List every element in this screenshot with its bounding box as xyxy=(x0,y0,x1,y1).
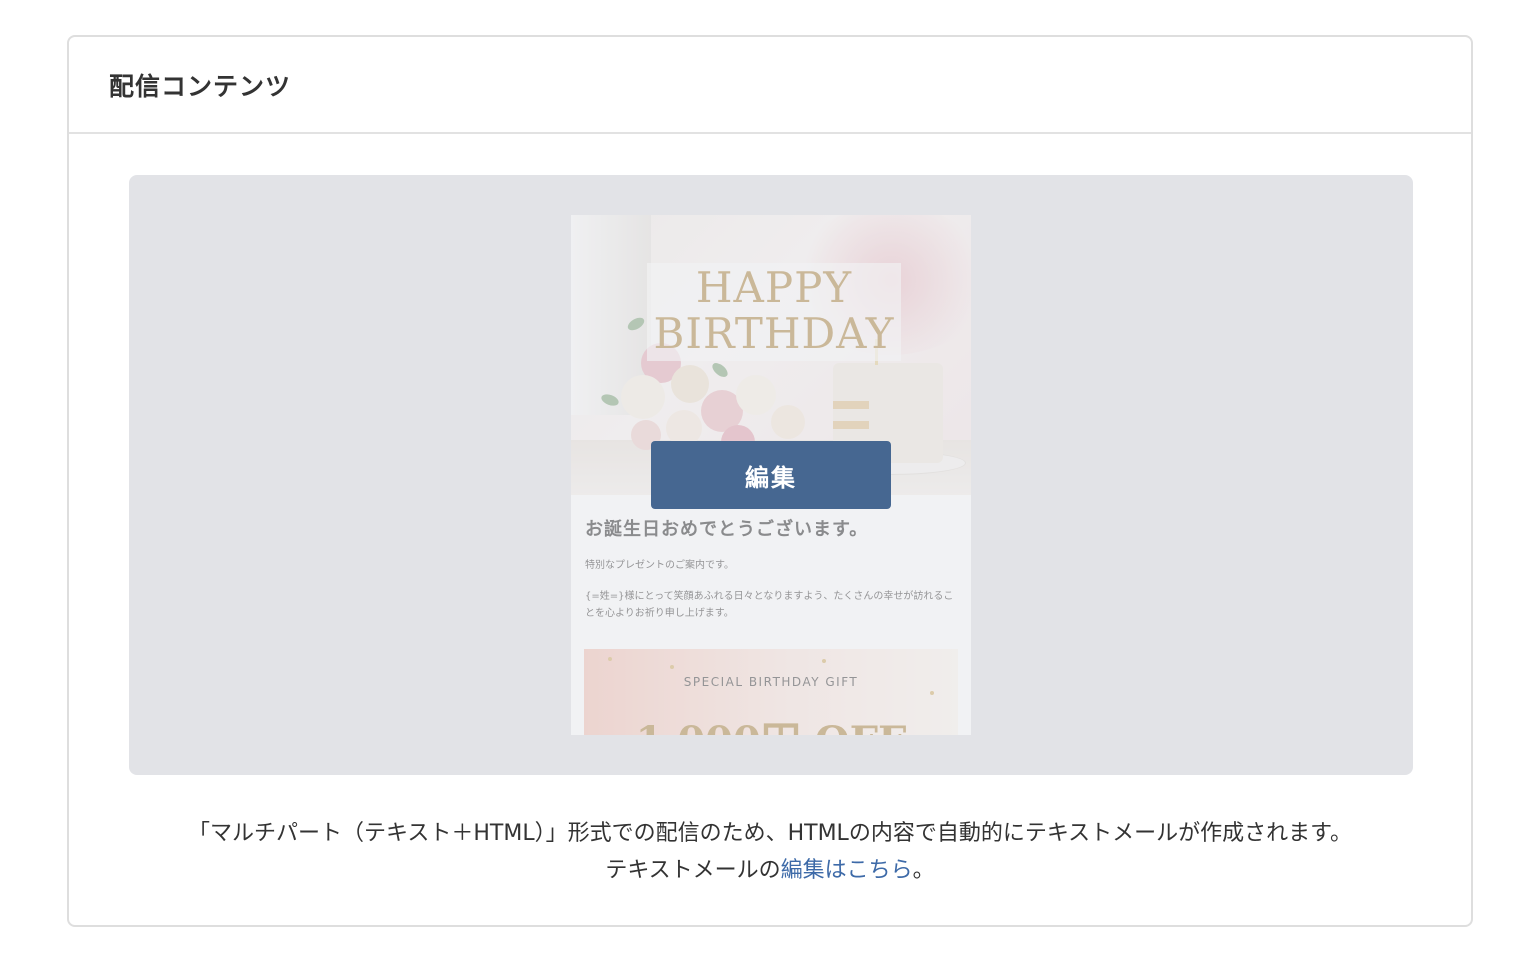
leaf xyxy=(709,360,731,380)
gift-amount: 1,000円 OFF xyxy=(584,709,958,735)
message-text: {=姓=}様にとって笑顔あふれる日々となりますよう、たくさんの幸せが訪れることを… xyxy=(585,591,954,619)
card-title: 配信コンテンツ xyxy=(109,71,292,101)
flower xyxy=(771,405,805,439)
content-card: 配信コンテンツ HAPPY BIRTHDAY お誕生日おめでとうございます。 特… xyxy=(67,35,1473,927)
flower xyxy=(736,375,776,415)
intro-text: 特別なプレゼントのご案内です。 xyxy=(585,560,734,571)
cake-layer xyxy=(833,421,869,429)
hero-title: HAPPY BIRTHDAY xyxy=(647,265,901,357)
multipart-note: 「マルチパート（テキスト＋HTML）」形式での配信のため、HTMLの内容で自動的… xyxy=(69,815,1471,889)
sparkle-dot xyxy=(930,691,934,695)
cake-layer xyxy=(833,401,869,409)
sparkle-dot xyxy=(670,665,674,669)
edit-text-mail-link[interactable]: 編集はこちら xyxy=(781,858,913,883)
note-line2-prefix: テキストメールの xyxy=(605,858,781,883)
gift-banner: SPECIAL BIRTHDAY GIFT 1,000円 OFF xyxy=(584,649,958,735)
edit-button[interactable]: 編集 xyxy=(651,441,891,509)
flower xyxy=(621,375,665,419)
sparkle-dot xyxy=(822,659,826,663)
note-line2-suffix: 。 xyxy=(912,858,935,883)
card-header: 配信コンテンツ xyxy=(69,37,1471,134)
flower xyxy=(671,365,709,403)
email-body: お誕生日おめでとうございます。 特別なプレゼントのご案内です。 {=姓=}様にと… xyxy=(585,515,957,622)
note-line1: 「マルチパート（テキスト＋HTML）」形式での配信のため、HTMLの内容で自動的… xyxy=(188,821,1352,846)
note-line2: テキストメールの編集はこちら。 xyxy=(69,852,1471,889)
sparkle-dot xyxy=(608,657,612,661)
email-preview-area: HAPPY BIRTHDAY お誕生日おめでとうございます。 特別なプレゼントの… xyxy=(129,175,1413,775)
gift-label: SPECIAL BIRTHDAY GIFT xyxy=(683,675,859,689)
hero-title-line2: BIRTHDAY xyxy=(653,309,895,358)
hero-title-line1: HAPPY xyxy=(695,263,853,312)
greeting-heading: お誕生日おめでとうございます。 xyxy=(585,519,869,540)
